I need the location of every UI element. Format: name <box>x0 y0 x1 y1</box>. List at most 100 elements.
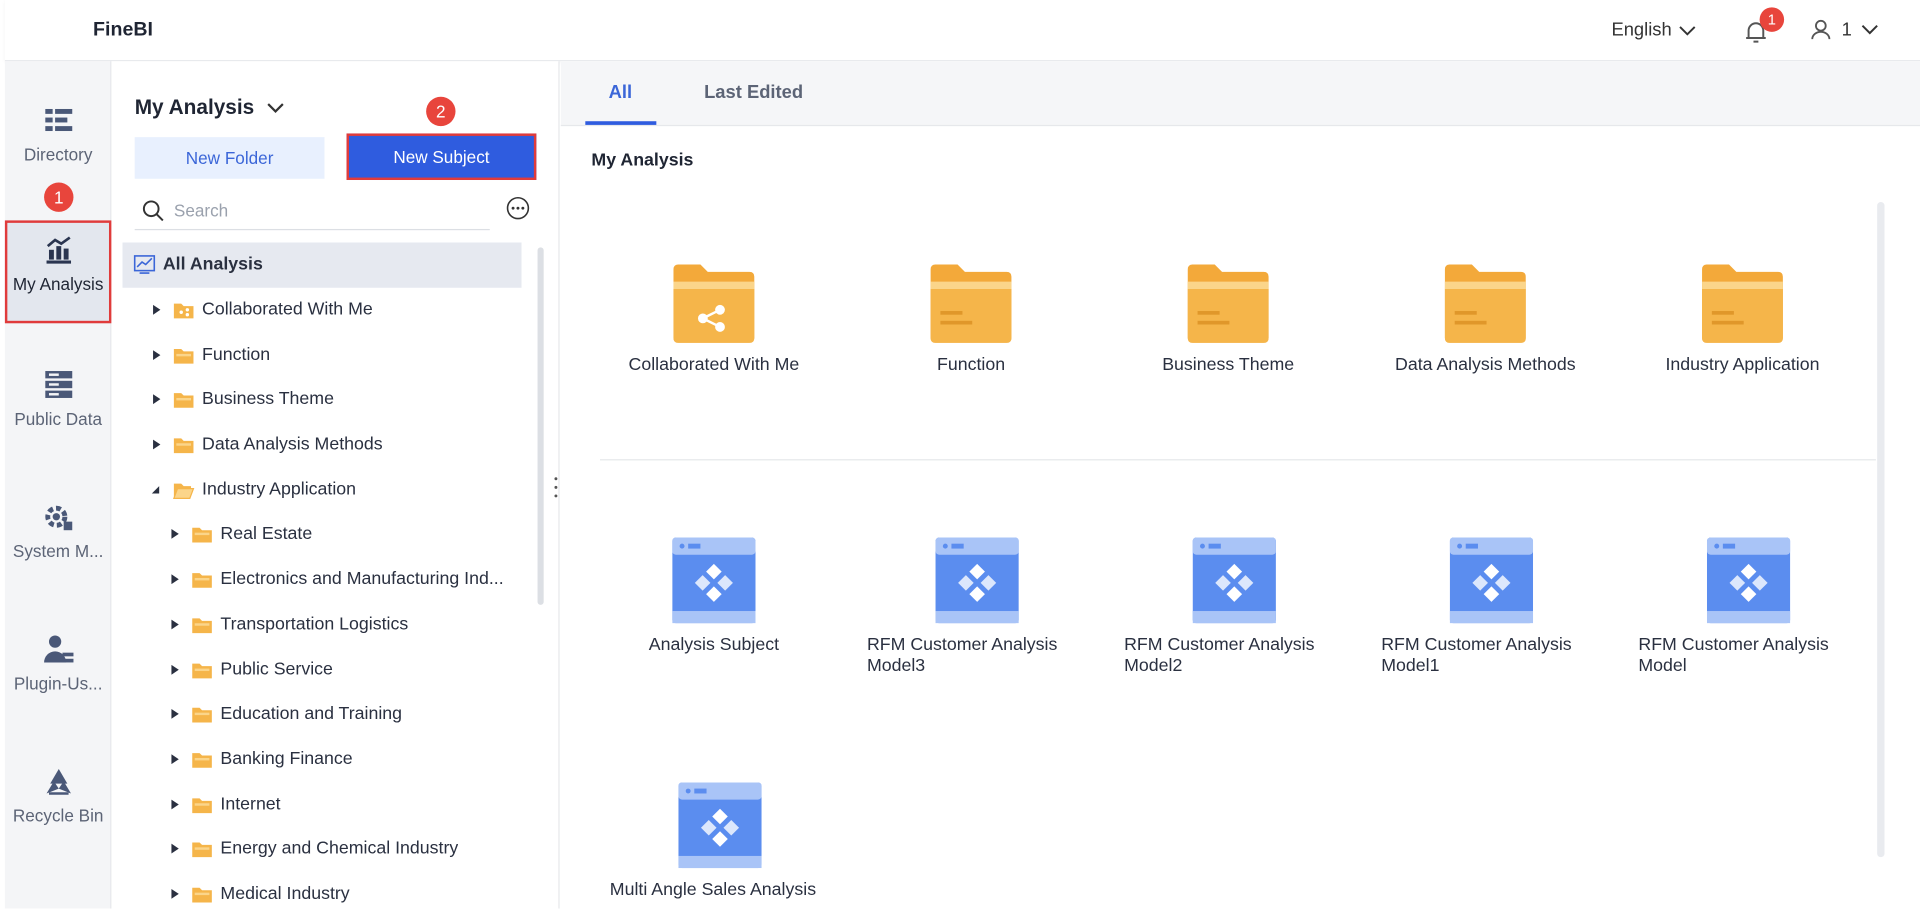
tree-row-label: Real Estate <box>220 524 313 545</box>
caret-right-icon[interactable] <box>148 391 165 408</box>
subject-card[interactable]: Analysis Subject <box>591 537 836 657</box>
new-subject-button[interactable]: New Subject <box>346 133 537 181</box>
nav-label: Recycle Bin <box>12 805 104 826</box>
folder-icon <box>192 663 212 678</box>
folder-card[interactable]: Collaborated With Me <box>591 264 836 375</box>
tree-row[interactable]: Function <box>122 332 521 377</box>
nav-public-data[interactable]: Public Data <box>5 355 112 458</box>
folder-card-label: Data Analysis Methods <box>1395 355 1576 375</box>
tree-row[interactable]: Electronics and Manufacturing Ind... <box>122 557 521 602</box>
caret-right-icon[interactable] <box>148 301 165 318</box>
folder-card[interactable]: Business Theme <box>1106 264 1351 375</box>
caret-right-icon[interactable] <box>167 526 184 543</box>
caret-down-icon[interactable] <box>148 481 165 498</box>
folder-icon <box>930 264 1012 343</box>
tab-all[interactable]: All <box>609 82 632 103</box>
tab-last-edited[interactable]: Last Edited <box>704 82 803 103</box>
caret-right-icon[interactable] <box>167 795 184 812</box>
tree-row-label: Function <box>202 344 271 365</box>
subject-card[interactable]: RFM Customer Analysis Model2 <box>1112 537 1357 678</box>
subject-card-label: RFM Customer Analysis Model <box>1638 635 1829 676</box>
tree-row[interactable]: Internet <box>122 782 521 827</box>
folder-icon <box>1702 264 1783 343</box>
tree-row[interactable]: Medical Industry <box>122 871 521 908</box>
tree-row[interactable]: Collaborated With Me <box>122 287 521 332</box>
caret-right-icon[interactable] <box>167 706 184 723</box>
folder-tree: All Analysis Collaborated With Me Functi… <box>122 242 522 908</box>
folder-icon <box>1187 264 1269 343</box>
caret-right-icon[interactable] <box>167 661 184 678</box>
nav-directory[interactable]: Directory <box>5 91 112 194</box>
caret-right-icon[interactable] <box>167 885 184 902</box>
tree-row[interactable]: Energy and Chemical Industry <box>122 826 521 871</box>
search-input[interactable] <box>173 200 468 220</box>
subject-card[interactable]: RFM Customer Analysis Model3 <box>855 537 1100 678</box>
tree-row[interactable]: Real Estate <box>122 512 521 557</box>
tree-row[interactable]: Education and Training <box>122 692 521 737</box>
tree-row-label: All Analysis <box>162 255 263 275</box>
folder-icon <box>192 842 212 858</box>
tree-row-label: Education and Training <box>220 704 403 724</box>
tree-row[interactable]: Transportation Logistics <box>122 602 521 647</box>
tree-row-label: Energy and Chemical Industry <box>220 839 459 859</box>
search-box <box>134 191 490 231</box>
shared-folder-icon <box>673 264 755 343</box>
folder-icon <box>192 752 212 768</box>
tree-row-label: Internet <box>220 794 281 814</box>
top-header: FineBI English 1 1 <box>4 0 1920 62</box>
nav-system-management[interactable]: System M... <box>5 487 112 590</box>
tree-row-label: Business Theme <box>202 389 334 410</box>
tree-row[interactable]: Data Analysis Methods <box>122 422 521 467</box>
caret-right-icon[interactable] <box>167 571 184 588</box>
analysis-overview-icon <box>133 255 156 275</box>
subject-card[interactable]: RFM Customer Analysis Model1 <box>1369 537 1614 678</box>
main-content: All Last Edited My Analysis Collaborated… <box>560 61 1920 909</box>
shared-folder-icon <box>173 303 194 319</box>
folder-icon <box>192 573 212 588</box>
subject-card-label: RFM Customer Analysis Model2 <box>1124 635 1315 676</box>
section-divider <box>600 459 1876 461</box>
analysis-chart-icon <box>45 236 71 264</box>
user-menu[interactable]: 1 <box>1810 18 1879 40</box>
user-name: 1 <box>1841 18 1852 40</box>
more-options-icon[interactable] <box>506 196 530 220</box>
nav-plugin-user[interactable]: Plugin-Us... <box>5 620 112 723</box>
folder-card[interactable]: Function <box>849 264 1094 375</box>
panel-title: My Analysis <box>134 95 255 119</box>
tree-row[interactable]: Business Theme <box>122 377 521 422</box>
tree-row-label: Banking Finance <box>220 749 353 769</box>
folder-icon <box>1444 264 1526 343</box>
analysis-subject-icon <box>678 782 762 869</box>
directory-icon <box>44 108 72 132</box>
folder-icon <box>192 708 212 723</box>
tree-row[interactable]: Banking Finance <box>122 737 521 782</box>
subject-card[interactable]: Multi Angle Sales Analysis <box>598 782 843 901</box>
caret-right-icon[interactable] <box>167 616 184 633</box>
main-scrollbar[interactable] <box>1877 202 1885 858</box>
language-selector[interactable]: English <box>1611 20 1696 40</box>
nav-my-analysis[interactable]: My Analysis <box>4 220 112 324</box>
tree-row[interactable]: Public Service <box>122 647 521 692</box>
user-icon <box>1811 19 1831 40</box>
nav-recycle-bin[interactable]: Recycle Bin <box>5 752 112 855</box>
tree-row-all-analysis[interactable]: All Analysis <box>122 242 522 288</box>
caret-right-icon[interactable] <box>167 751 184 768</box>
caret-right-icon[interactable] <box>148 436 165 453</box>
folder-card[interactable]: Data Analysis Methods <box>1363 264 1608 375</box>
panel-title-dropdown[interactable]: My Analysis <box>135 96 284 120</box>
new-folder-button[interactable]: New Folder <box>134 137 325 179</box>
section-title: My Analysis <box>591 150 694 171</box>
folder-icon <box>173 393 194 409</box>
caret-right-icon[interactable] <box>148 346 165 363</box>
subject-card[interactable]: RFM Customer Analysis Model <box>1626 537 1871 678</box>
tree-scrollbar[interactable] <box>537 247 544 605</box>
tree-row[interactable]: Industry Application <box>122 467 521 512</box>
subject-card-label: RFM Customer Analysis Model1 <box>1381 635 1572 676</box>
tree-panel: My Analysis 2 New Folder New Subject All… <box>111 61 560 909</box>
folder-card[interactable]: Industry Application <box>1620 264 1865 375</box>
folder-icon <box>192 618 212 633</box>
caret-right-icon[interactable] <box>167 840 184 857</box>
nav-label: Directory <box>23 144 93 165</box>
nav-label: Public Data <box>14 408 102 429</box>
step-badge-2: 2 <box>426 96 456 127</box>
